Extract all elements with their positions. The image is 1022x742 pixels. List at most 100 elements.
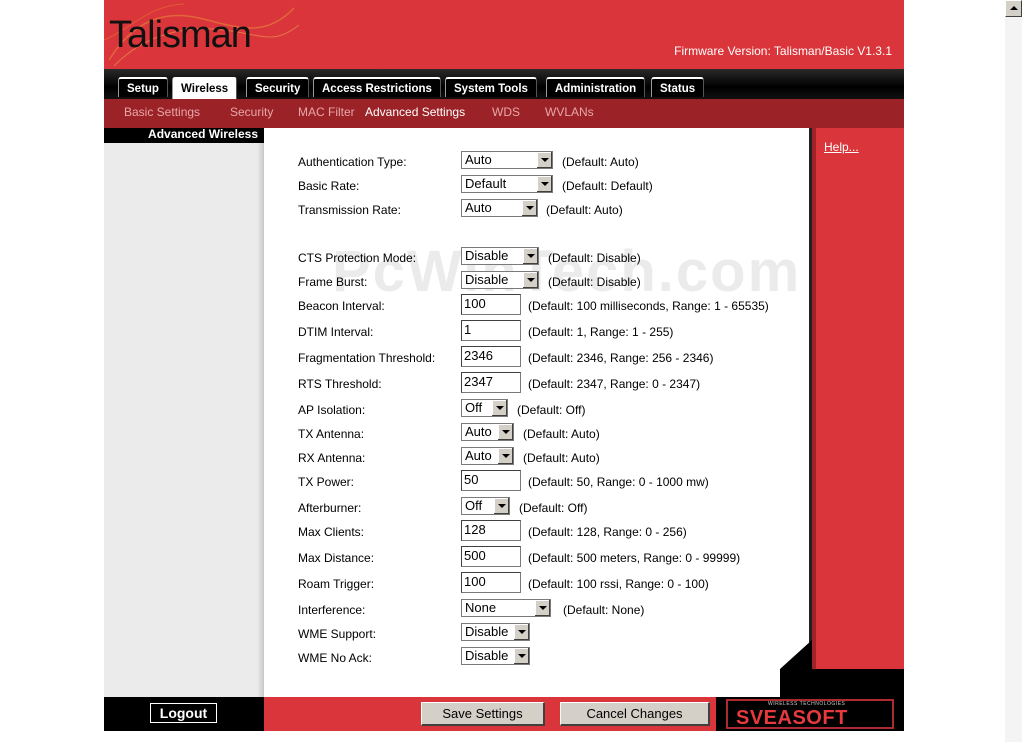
field-row-tx-antenna: TX Antenna: Auto (Default: Auto): [298, 423, 818, 446]
transmission-rate-default-hint: (Default: Auto): [546, 203, 623, 217]
tx-power-input[interactable]: 50: [461, 470, 521, 491]
max-clients-label: Max Clients:: [298, 525, 365, 539]
main-tab-bar: Setup Wireless Security Access Restricti…: [104, 69, 904, 99]
tx-antenna-select[interactable]: Auto: [461, 423, 514, 441]
rts-threshold-input[interactable]: 2347: [461, 372, 521, 393]
ap-isolation-label: AP Isolation:: [298, 403, 366, 417]
max-clients-input[interactable]: 128: [461, 520, 521, 541]
tx-antenna-select-value: Auto: [465, 424, 492, 439]
basic-rate-select[interactable]: Default: [461, 175, 553, 193]
dropdown-arrow-icon[interactable]: [493, 498, 509, 514]
corner-block: [780, 669, 904, 697]
beacon-interval-default-hint: (Default: 100 milliseconds, Range: 1 - 6…: [528, 299, 769, 313]
authentication-type-select-value: Auto: [465, 152, 492, 167]
interference-default-hint: (Default: None): [563, 603, 645, 617]
field-row-dtim-interval: DTIM Interval: 1 (Default: 1, Range: 1 - 2…: [298, 320, 818, 344]
interference-select[interactable]: None: [461, 599, 551, 617]
authentication-type-label: Authentication Type:: [298, 155, 407, 169]
tab-wireless[interactable]: Wireless: [172, 77, 238, 99]
wme-support-select[interactable]: Disable: [461, 623, 530, 641]
wme-support-label: WME Support:: [298, 627, 377, 641]
dtim-interval-default-hint: (Default: 1, Range: 1 - 255): [528, 325, 674, 339]
beacon-interval-input[interactable]: 100: [461, 294, 521, 315]
footer-actions: Save Settings Cancel Changes: [264, 697, 716, 731]
field-row-max-clients: Max Clients: 128 (Default: 128, Range: 0 -…: [298, 520, 818, 544]
tx-power-label: TX Power:: [298, 475, 355, 489]
dropdown-arrow-icon[interactable]: [513, 624, 529, 640]
transmission-rate-select[interactable]: Auto: [461, 199, 538, 217]
field-row-rx-antenna: RX Antenna: Auto (Default: Auto): [298, 447, 818, 470]
submenu-security[interactable]: Security: [230, 105, 273, 119]
cts-protection-mode-select-value: Disable: [465, 248, 509, 263]
afterburner-select[interactable]: Off: [461, 497, 510, 515]
ap-isolation-default-hint: (Default: Off): [517, 403, 586, 417]
dropdown-arrow-icon[interactable]: [497, 448, 513, 464]
sveasoft-logo: WIRELESS TECHNOLOGIES SVEASOFT: [726, 699, 894, 729]
roam-trigger-input[interactable]: 100: [461, 572, 521, 593]
submenu-wds[interactable]: WDS: [492, 105, 520, 119]
vertical-scrollbar[interactable]: [1005, 0, 1022, 742]
max-distance-input[interactable]: 500: [461, 546, 521, 567]
tab-setup[interactable]: Setup: [118, 77, 168, 97]
dropdown-arrow-icon[interactable]: [513, 648, 529, 664]
cancel-changes-button[interactable]: Cancel Changes: [560, 702, 710, 726]
talisman-logo: Talisman: [109, 14, 252, 56]
rx-antenna-select[interactable]: Auto: [461, 447, 514, 465]
ap-isolation-select-value: Off: [465, 400, 483, 415]
dropdown-arrow-icon[interactable]: [497, 424, 513, 440]
field-row-max-distance: Max Distance: 500 (Default: 500 meters, Ra…: [298, 546, 818, 570]
footer-brand: WIRELESS TECHNOLOGIES SVEASOFT: [716, 697, 904, 731]
beacon-interval-label: Beacon Interval:: [298, 299, 385, 313]
field-row-wme-support: WME Support: Disable: [298, 623, 818, 646]
afterburner-label: Afterburner:: [298, 501, 362, 515]
dtim-interval-input[interactable]: 1: [461, 320, 521, 341]
field-row-wme-no-ack: WME No Ack: Disable: [298, 647, 818, 670]
scroll-up-arrow-icon[interactable]: [1005, 0, 1022, 17]
save-settings-button[interactable]: Save Settings: [421, 702, 545, 726]
dropdown-arrow-icon[interactable]: [491, 400, 507, 416]
dropdown-arrow-icon[interactable]: [536, 176, 552, 192]
submenu-basic-settings[interactable]: Basic Settings: [124, 105, 200, 119]
authentication-type-default-hint: (Default: Auto): [562, 155, 639, 169]
frame-burst-select-value: Disable: [465, 272, 509, 287]
max-distance-default-hint: (Default: 500 meters, Range: 0 - 99999): [528, 551, 741, 565]
dropdown-arrow-icon[interactable]: [522, 272, 538, 288]
interference-select-value: None: [465, 600, 497, 615]
tx-power-default-hint: (Default: 50, Range: 0 - 1000 mw): [528, 475, 709, 489]
submenu-mac-filter[interactable]: MAC Filter: [298, 105, 355, 119]
tab-system-tools[interactable]: System Tools: [445, 77, 537, 97]
wme-no-ack-select[interactable]: Disable: [461, 647, 530, 665]
field-row-fragmentation-threshold: Fragmentation Threshold: 2346 (Default: 23…: [298, 346, 818, 370]
dropdown-arrow-icon[interactable]: [522, 248, 538, 264]
basic-rate-select-value: Default: [465, 176, 507, 191]
authentication-type-select[interactable]: Auto: [461, 151, 553, 169]
wireless-submenu: Basic Settings Security MAC Filter Advan…: [104, 99, 904, 128]
dropdown-arrow-icon[interactable]: [536, 152, 552, 168]
logout-button[interactable]: Logout: [150, 703, 217, 723]
ap-isolation-select[interactable]: Off: [461, 399, 508, 417]
dropdown-arrow-icon[interactable]: [521, 200, 537, 216]
tx-antenna-label: TX Antenna:: [298, 427, 365, 441]
tab-access-restrictions[interactable]: Access Restrictions: [313, 77, 441, 97]
field-row-authentication-type: Authentication Type: Auto (Default: Auto): [298, 151, 818, 174]
transmission-rate-label: Transmission Rate:: [298, 203, 401, 217]
fragmentation-threshold-input[interactable]: 2346: [461, 346, 521, 367]
frame-burst-default-hint: (Default: Disable): [548, 275, 641, 289]
submenu-advanced-settings[interactable]: Advanced Settings: [365, 105, 465, 119]
submenu-wvlans[interactable]: WVLANs: [545, 105, 594, 119]
tab-security[interactable]: Security: [246, 77, 310, 97]
field-row-roam-trigger: Roam Trigger: 100 (Default: 100 rssi, Rang…: [298, 572, 818, 596]
frame-burst-select[interactable]: Disable: [461, 271, 539, 289]
rx-antenna-select-value: Auto: [465, 448, 492, 463]
cts-protection-mode-label: CTS Protection Mode:: [298, 251, 417, 265]
roam-trigger-label: Roam Trigger:: [298, 577, 375, 591]
field-row-tx-power: TX Power: 50 (Default: 50, Range: 0 - 1000…: [298, 470, 818, 494]
scroll-track[interactable]: [1005, 17, 1022, 742]
cts-protection-mode-select[interactable]: Disable: [461, 247, 539, 265]
dropdown-arrow-icon[interactable]: [534, 600, 550, 616]
help-link[interactable]: Help...: [824, 140, 859, 154]
tab-status[interactable]: Status: [651, 77, 705, 97]
tab-administration[interactable]: Administration: [546, 77, 646, 97]
field-row-transmission-rate: Transmission Rate: Auto (Default: Auto): [298, 199, 818, 222]
field-row-cts-protection-mode: CTS Protection Mode: Disable (Default: Dis…: [298, 247, 818, 270]
